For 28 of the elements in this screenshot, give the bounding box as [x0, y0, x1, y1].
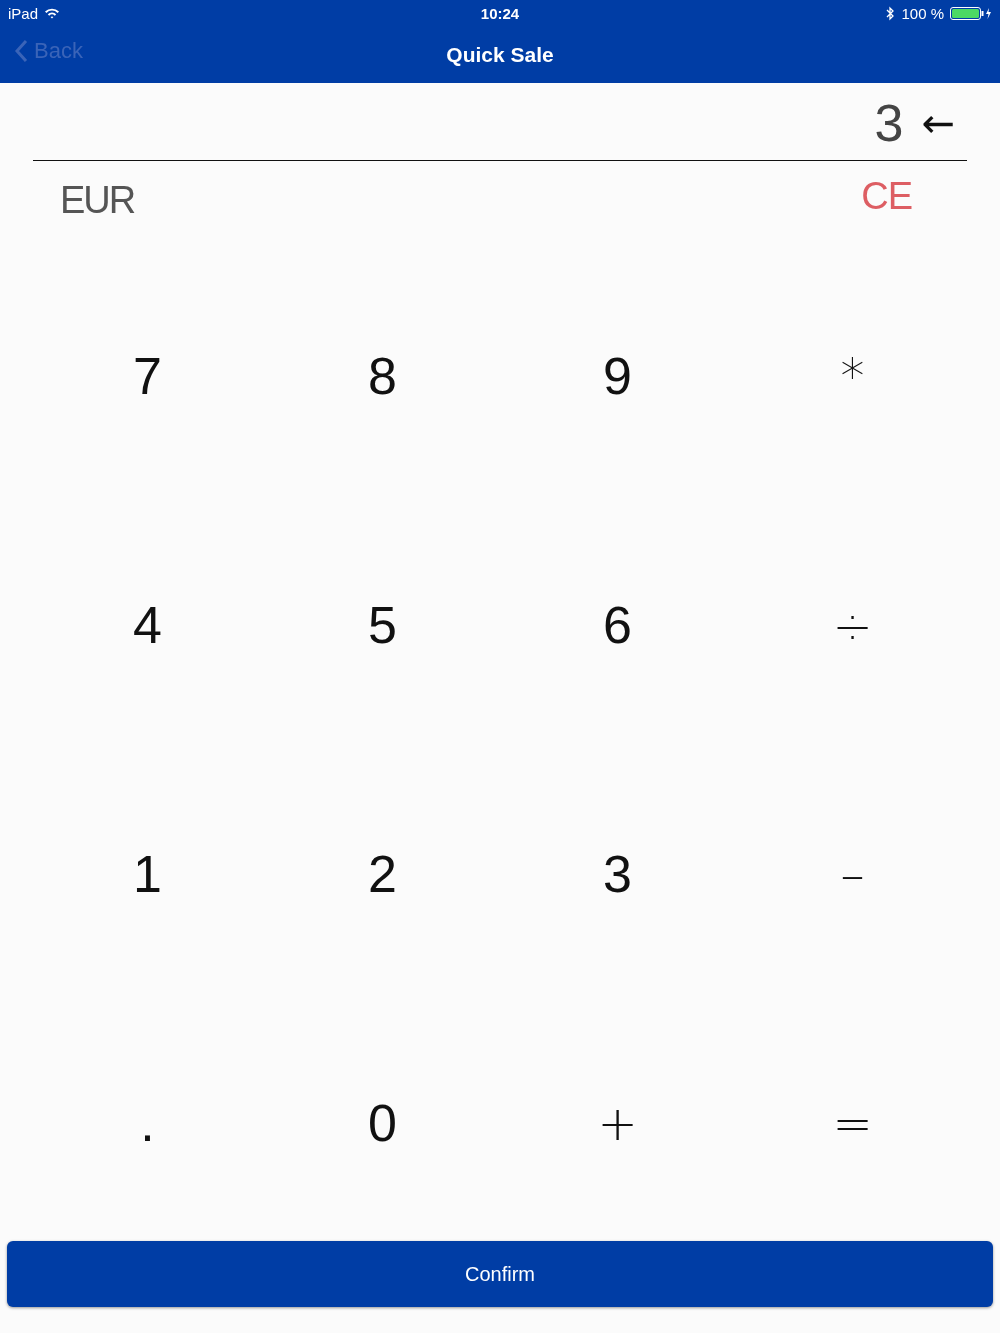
- digit-key[interactable]: 6: [593, 594, 642, 655]
- digit-key[interactable]: 2: [358, 843, 407, 904]
- digit-key[interactable]: 1: [123, 843, 172, 904]
- operator-key[interactable]: =: [822, 1094, 883, 1151]
- digit-key[interactable]: 3: [593, 843, 642, 904]
- confirm-button[interactable]: Confirm: [7, 1241, 993, 1307]
- digit-key[interactable]: .: [130, 1092, 165, 1153]
- bluetooth-icon: [886, 5, 896, 21]
- operator-key[interactable]: +: [587, 1094, 648, 1151]
- digit-key[interactable]: 4: [123, 594, 172, 655]
- operator-key[interactable]: –: [830, 845, 875, 902]
- wifi-icon: [44, 7, 61, 19]
- chevron-icon: [14, 39, 28, 63]
- battery-icon: [950, 6, 992, 20]
- clock: 10:24: [480, 4, 520, 22]
- currency-label: EUR: [60, 179, 135, 222]
- device-name: iPad: [8, 4, 39, 22]
- battery-percentage: 100 %: [901, 4, 944, 22]
- digit-key[interactable]: 7: [123, 345, 172, 406]
- screen-title: Quick Sale: [446, 42, 554, 67]
- digit-key[interactable]: 9: [593, 345, 642, 406]
- digit-key[interactable]: 0: [358, 1092, 407, 1153]
- operator-key[interactable]: ÷: [822, 596, 883, 653]
- operator-key[interactable]: *: [830, 347, 875, 404]
- digit-key[interactable]: 5: [358, 594, 407, 655]
- backspace-button[interactable]: ←: [921, 102, 955, 143]
- amount-display: 3: [874, 92, 904, 153]
- digit-key[interactable]: 8: [358, 345, 407, 406]
